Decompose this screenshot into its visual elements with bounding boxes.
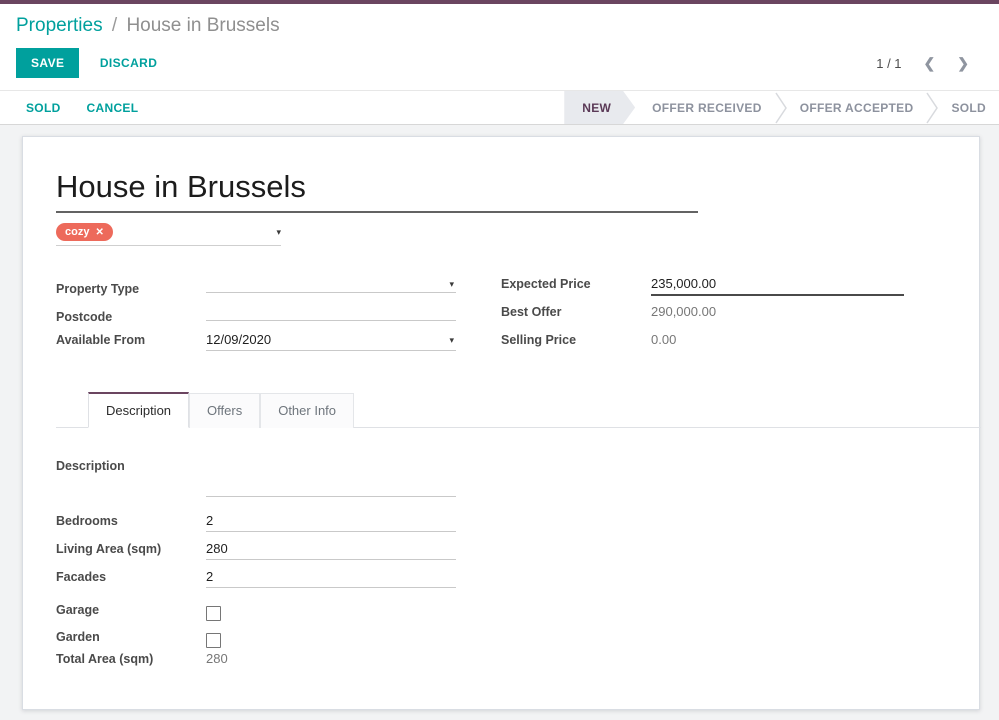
form-buttons: SAVE DISCARD [16,48,157,78]
description-input[interactable] [206,459,456,497]
bedrooms-label: Bedrooms [56,514,206,528]
control-panel: SAVE DISCARD 1 / 1 ❮ ❯ [0,40,999,91]
postcode-label: Postcode [56,310,206,324]
available-from-date-input[interactable]: 12/09/2020 ▾ [206,332,456,351]
stage-offer-accepted[interactable]: OFFER ACCEPTED [787,91,927,124]
chevron-down-icon[interactable]: ▾ [276,227,281,238]
garden-label: Garden [56,630,206,644]
pager-count: 1 / 1 [876,56,901,71]
form-sheet: House in Brussels cozy ✕ ▾ Property Type… [22,136,980,710]
cancel-button[interactable]: CANCEL [87,101,139,115]
field-row-property-type: Property Type ▾ [56,276,456,304]
total-area-value: 280 [206,651,456,669]
field-row-best-offer: Best Offer 290,000.00 [501,304,904,332]
breadcrumb-parent-link[interactable]: Properties [16,15,103,36]
field-row-postcode: Postcode [56,304,456,332]
field-row-description: Description [56,459,979,497]
field-row-total-area: Total Area (sqm) 280 [56,651,979,678]
tab-offers[interactable]: Offers [189,393,260,428]
available-from-label: Available From [56,333,206,347]
statusbar-stages: NEW OFFER RECEIVED OFFER ACCEPTED SOLD [564,91,999,124]
bedrooms-input[interactable]: 2 [206,513,456,532]
chevron-down-icon[interactable]: ▾ [449,279,454,290]
selling-price-label: Selling Price [501,333,651,347]
statusbar-actions: SOLD CANCEL [0,91,138,124]
tag-pill: cozy ✕ [56,223,113,241]
save-button[interactable]: SAVE [16,48,79,78]
total-area-label: Total Area (sqm) [56,652,206,666]
tag-label: cozy [65,226,89,238]
field-row-living-area: Living Area (sqm) 280 [56,541,979,568]
expected-price-input[interactable]: 235,000.00 [651,276,904,296]
tab-other-info[interactable]: Other Info [260,393,354,428]
facades-label: Facades [56,570,206,584]
form-view: House in Brussels cozy ✕ ▾ Property Type… [0,125,999,710]
stage-separator-icon [926,92,938,124]
garden-checkbox[interactable] [206,633,221,648]
stage-separator-icon [775,92,787,124]
garage-label: Garage [56,603,206,617]
field-row-available-from: Available From 12/09/2020 ▾ [56,332,456,360]
best-offer-value: 290,000.00 [651,304,904,322]
field-group: Property Type ▾ Postcode Available From … [56,276,979,360]
notebook-tabs: Description Offers Other Info [56,392,981,428]
postcode-input[interactable] [206,304,456,321]
sold-button[interactable]: SOLD [26,101,61,115]
pager: 1 / 1 ❮ ❯ [876,56,983,71]
stage-offer-received[interactable]: OFFER RECEIVED [639,91,775,124]
property-type-select[interactable]: ▾ [206,276,456,293]
property-name-input[interactable]: House in Brussels [56,169,698,213]
property-type-label: Property Type [56,282,206,296]
tags-input[interactable]: cozy ✕ ▾ [56,223,281,246]
tab-content-description: Description Bedrooms 2 Living Area (sqm)… [56,428,979,678]
pager-next-icon[interactable]: ❯ [957,56,969,70]
tag-remove-icon[interactable]: ✕ [95,227,103,238]
best-offer-label: Best Offer [501,305,651,319]
field-row-bedrooms: Bedrooms 2 [56,513,979,540]
field-row-selling-price: Selling Price 0.00 [501,332,904,360]
breadcrumb-separator: / [108,15,121,36]
stage-new[interactable]: NEW [564,91,635,124]
field-row-facades: Facades 2 [56,569,979,596]
breadcrumb: Properties / House in Brussels [0,4,999,40]
selling-price-value: 0.00 [651,332,904,350]
statusbar: SOLD CANCEL NEW OFFER RECEIVED OFFER ACC… [0,91,999,125]
facades-input[interactable]: 2 [206,569,456,588]
chevron-down-icon[interactable]: ▾ [449,335,454,346]
discard-button[interactable]: DISCARD [100,56,157,70]
living-area-label: Living Area (sqm) [56,542,206,556]
expected-price-label: Expected Price [501,277,651,291]
pager-previous-icon[interactable]: ❮ [924,56,936,70]
field-column-right: Expected Price 235,000.00 Best Offer 290… [501,276,904,360]
field-row-expected-price: Expected Price 235,000.00 [501,276,904,304]
stage-sold[interactable]: SOLD [938,91,999,124]
field-row-garage: Garage [56,597,979,623]
breadcrumb-current: House in Brussels [126,15,279,36]
description-label: Description [56,459,206,473]
garage-checkbox[interactable] [206,606,221,621]
field-row-garden: Garden [56,624,979,650]
tab-description[interactable]: Description [88,392,189,428]
field-column-left: Property Type ▾ Postcode Available From … [56,276,456,360]
living-area-input[interactable]: 280 [206,541,456,560]
